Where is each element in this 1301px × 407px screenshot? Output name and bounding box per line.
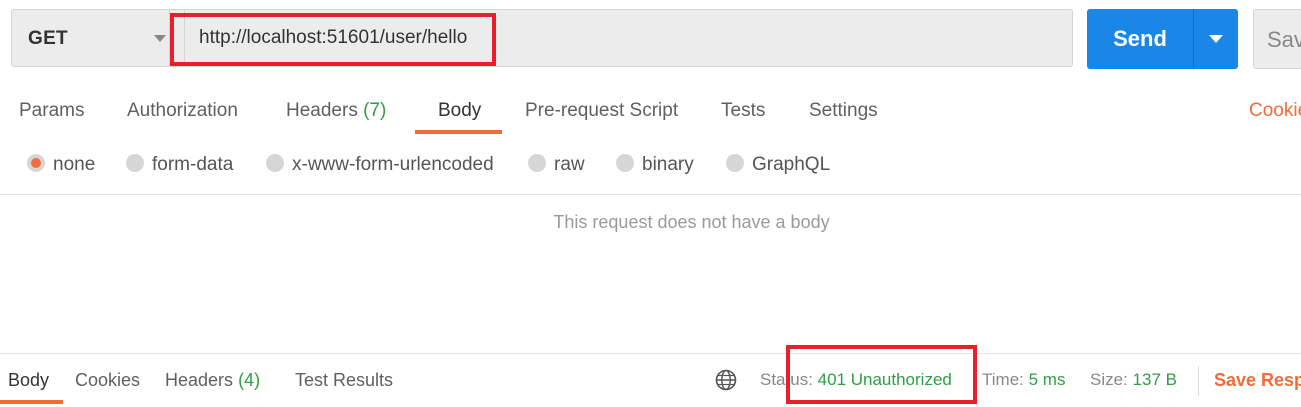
response-tab-headers[interactable]: Headers (4) [165, 370, 260, 391]
divider [1198, 366, 1199, 396]
body-type-graphql[interactable]: GraphQL [752, 154, 830, 176]
tab-label: Pre-request Script [525, 100, 679, 121]
body-type-urlencoded[interactable]: x-www-form-urlencoded [292, 154, 494, 176]
response-divider [0, 353, 1301, 354]
highlight-box-status [786, 345, 977, 404]
time-value: 5 ms [1028, 370, 1066, 389]
body-type-raw[interactable]: raw [554, 154, 585, 176]
save-button[interactable]: Sav [1253, 9, 1301, 69]
highlight-box-url [170, 13, 496, 66]
tab-tests[interactable]: Tests [721, 100, 765, 122]
tab-label: Tests [721, 100, 766, 121]
save-response-button[interactable]: Save Resp [1214, 370, 1301, 391]
tab-params[interactable]: Params [19, 100, 84, 122]
time-label: Time: [982, 370, 1024, 389]
tab-label: Authorization [127, 100, 238, 121]
tab-pre-request-script[interactable]: Pre-request Script [525, 100, 678, 122]
tab-headers[interactable]: Headers (7) [286, 100, 386, 122]
response-headers-count: (4) [238, 370, 261, 390]
tab-label: Headers [286, 100, 358, 121]
tab-label: Settings [809, 100, 878, 121]
response-tab-body[interactable]: Body [8, 370, 49, 391]
radio-icon-raw[interactable] [528, 154, 546, 172]
response-size: Size: 137 B [1090, 370, 1177, 390]
tab-label: Cookies [75, 370, 141, 390]
radio-icon-binary[interactable] [616, 154, 634, 172]
empty-body-message: This request does not have a body [553, 212, 830, 232]
send-button[interactable]: Send [1087, 9, 1193, 69]
response-tab-test-results[interactable]: Test Results [295, 370, 393, 391]
radio-icon-none[interactable] [27, 154, 45, 172]
tab-label: Params [19, 100, 85, 121]
send-options-button[interactable] [1193, 9, 1238, 69]
body-type-form-data[interactable]: form-data [152, 154, 233, 176]
size-value: 137 B [1132, 370, 1177, 389]
radio-icon-form-data[interactable] [126, 154, 144, 172]
tab-label: Test Results [295, 370, 394, 390]
headers-count: (7) [363, 100, 387, 121]
body-type-none[interactable]: none [53, 154, 95, 176]
response-time: Time: 5 ms [982, 370, 1065, 390]
divider [0, 194, 1301, 195]
tab-label: Headers [165, 370, 234, 390]
tab-settings[interactable]: Settings [809, 100, 878, 122]
radio-icon-graphql[interactable] [726, 154, 744, 172]
method-label: GET [28, 28, 68, 49]
tab-authorization[interactable]: Authorization [127, 100, 238, 122]
caret-down-icon [1209, 35, 1223, 43]
cookies-link[interactable]: Cookie [1249, 100, 1301, 122]
active-response-tab-indicator [0, 400, 63, 404]
size-label: Size: [1090, 370, 1128, 389]
radio-icon-urlencoded[interactable] [266, 154, 284, 172]
tab-body[interactable]: Body [438, 100, 481, 122]
tab-label: Body [8, 370, 50, 390]
active-tab-indicator [415, 130, 502, 134]
tab-label: Body [438, 100, 482, 121]
globe-icon[interactable] [715, 369, 737, 391]
caret-down-icon[interactable] [154, 35, 166, 42]
response-tab-cookies[interactable]: Cookies [75, 370, 140, 391]
body-type-binary[interactable]: binary [642, 154, 694, 176]
